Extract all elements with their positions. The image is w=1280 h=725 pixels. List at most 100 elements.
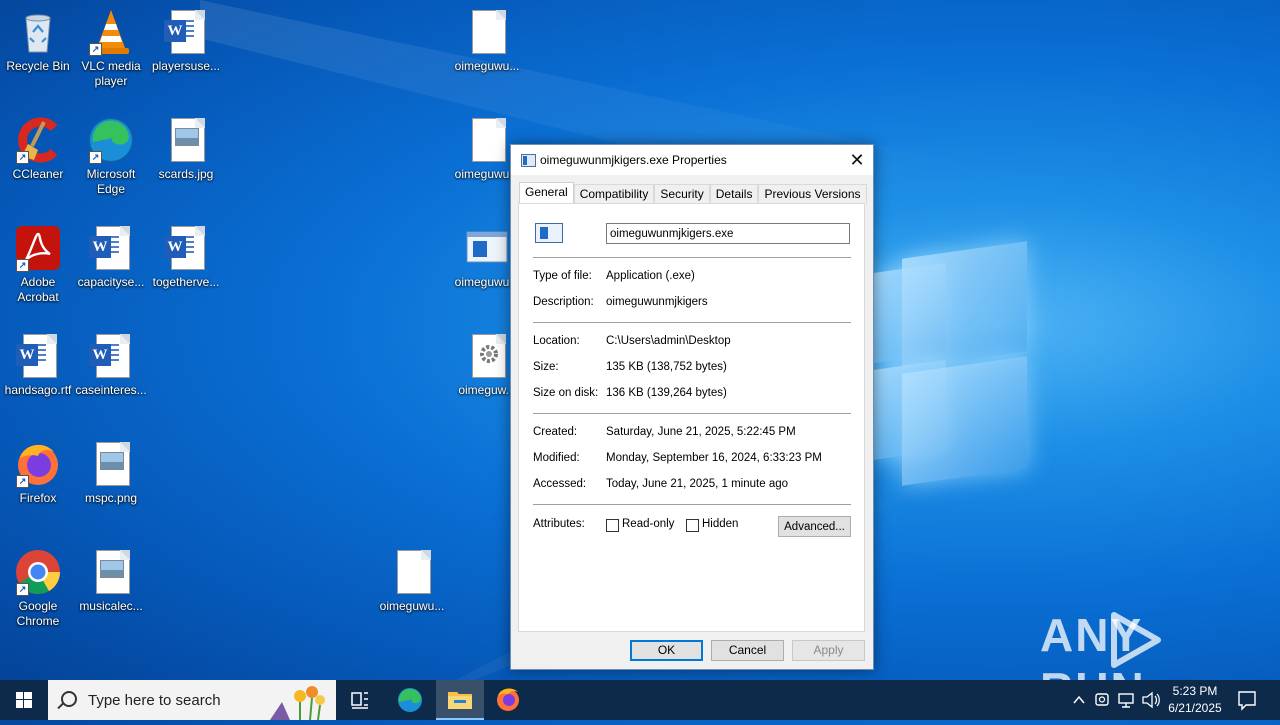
tab-compatibility[interactable]: Compatibility [573, 184, 655, 204]
exe-file-icon [521, 154, 536, 167]
action-center-button[interactable] [1236, 680, 1258, 720]
show-hidden-icons-button[interactable] [1068, 680, 1090, 720]
camera-icon [1095, 693, 1109, 706]
properties-dialog: oimeguwunmjkigers.exe Properties ✕ Gener… [510, 144, 874, 670]
word-document-icon: W [162, 8, 210, 56]
desktop-icon-togetherve[interactable]: W togetherve... [148, 224, 224, 290]
separator [533, 322, 851, 323]
image-file-icon [87, 548, 135, 596]
file-name-field[interactable]: oimeguwunmjkigers.exe [606, 223, 850, 244]
shortcut-arrow-icon: ↗ [89, 43, 102, 56]
taskbar-edge[interactable] [386, 680, 434, 720]
desktop-icon-acrobat[interactable]: ↗ Adobe Acrobat [0, 224, 76, 305]
accessed-value: Today, June 21, 2025, 1 minute ago [606, 478, 789, 490]
shortcut-arrow-icon: ↗ [16, 259, 29, 272]
desktop-icon-handsago[interactable]: W handsago.rtf [0, 332, 76, 398]
acrobat-icon: ↗ [14, 224, 62, 272]
desktop-icon-firefox[interactable]: ↗ Firefox [0, 440, 76, 506]
icon-label: Microsoft Edge [86, 167, 136, 196]
modified-label: Modified: [533, 452, 580, 464]
apply-button[interactable]: Apply [792, 640, 865, 661]
word-document-icon: W [14, 332, 62, 380]
close-button[interactable]: ✕ [841, 145, 873, 175]
tray-meet-now[interactable] [1092, 680, 1114, 720]
speaker-icon [1142, 691, 1160, 709]
icon-label: caseinteres... [75, 383, 147, 397]
dialog-titlebar[interactable]: oimeguwunmjkigers.exe Properties ✕ [511, 145, 873, 175]
start-button[interactable] [0, 680, 48, 720]
readonly-checkbox[interactable]: Read-only [606, 518, 686, 532]
task-view-button[interactable] [336, 680, 384, 720]
shortcut-arrow-icon: ↗ [16, 583, 29, 596]
firefox-icon [497, 688, 519, 711]
chevron-up-icon [1073, 695, 1085, 704]
ok-button[interactable]: OK [630, 640, 703, 661]
separator [533, 413, 851, 414]
edge-icon: ↗ [87, 116, 135, 164]
description-value: oimeguwunmjkigers [606, 296, 708, 308]
type-value: Application (.exe) [606, 270, 695, 282]
location-value: C:\Users\admin\Desktop [606, 335, 731, 347]
readonly-label: Read-only [622, 518, 675, 530]
icon-label: CCleaner [12, 167, 64, 181]
desktop-icon-ccleaner[interactable]: ↗ CCleaner [0, 116, 76, 182]
desktop-icon-musicalec[interactable]: musicalec... [73, 548, 149, 614]
desktop-icon-playersuse[interactable]: W playersuse... [148, 8, 224, 74]
desktop-icon-mspc[interactable]: mspc.png [73, 440, 149, 506]
dialog-title: oimeguwunmjkigers.exe Properties [540, 153, 727, 167]
icon-label: VLC media player [81, 59, 141, 88]
image-file-icon [162, 116, 210, 164]
edge-icon [398, 688, 422, 712]
taskbar-firefox[interactable] [484, 680, 532, 720]
task-view-icon [351, 692, 368, 709]
ccleaner-icon: ↗ [14, 116, 62, 164]
clock-date: 6/21/2025 [1168, 701, 1222, 715]
advanced-button[interactable]: Advanced... [778, 516, 851, 537]
general-tab-panel: oimeguwunmjkigers.exe Type of file: Appl… [518, 203, 865, 632]
icon-label: Adobe Acrobat [17, 275, 59, 304]
tab-security[interactable]: Security [654, 184, 710, 204]
image-file-icon [87, 440, 135, 488]
created-label: Created: [533, 426, 578, 438]
tray-network[interactable] [1116, 680, 1138, 720]
separator [533, 257, 851, 258]
taskbar-file-explorer[interactable] [436, 680, 484, 720]
taskbar-search-box[interactable]: Type here to search [48, 680, 336, 720]
application-icon [535, 223, 563, 243]
separator [533, 504, 851, 505]
taskbar-clock[interactable]: 5:23 PM 6/21/2025 [1160, 683, 1230, 717]
desktop-icon-recycle-bin[interactable]: Recycle Bin [0, 8, 76, 74]
size-value: 135 KB (138,752 bytes) [606, 361, 727, 373]
desktop-icon-oimeguwu-5[interactable]: oimeguwu... [374, 548, 450, 614]
desktop-icon-scards[interactable]: scards.jpg [148, 116, 224, 182]
chrome-icon: ↗ [14, 548, 62, 596]
icon-label: handsago.rtf [4, 383, 72, 397]
icon-label: Firefox [19, 491, 57, 505]
icon-label: oimeguwu... [454, 59, 520, 73]
settings-file-icon [463, 332, 511, 380]
cancel-button[interactable]: Cancel [711, 640, 784, 661]
desktop-icon-oimeguwu-1[interactable]: oimeguwu... [449, 8, 525, 74]
icon-label: capacityse... [77, 275, 145, 289]
desktop-icon-chrome[interactable]: ↗ Google Chrome [0, 548, 76, 629]
notification-icon [1238, 691, 1256, 711]
icon-label: playersuse... [151, 59, 221, 73]
tab-general[interactable]: General [519, 182, 574, 204]
blank-file-icon [388, 548, 436, 596]
vlc-cone-icon: ↗ [87, 8, 135, 56]
tray-volume[interactable] [1140, 680, 1162, 720]
desktop-icon-caseinteres[interactable]: W caseinteres... [73, 332, 149, 398]
checkbox-box [686, 519, 699, 532]
tab-bar: General Compatibility Security Details P… [519, 182, 867, 204]
tab-previous-versions[interactable]: Previous Versions [758, 184, 867, 204]
tab-details[interactable]: Details [709, 184, 759, 204]
search-placeholder: Type here to search [88, 692, 221, 709]
size-on-disk-value: 136 KB (139,264 bytes) [606, 387, 727, 399]
desktop-icon-edge[interactable]: ↗ Microsoft Edge [73, 116, 149, 197]
modified-value: Monday, September 16, 2024, 6:33:23 PM [606, 452, 822, 464]
icon-label: scards.jpg [158, 167, 214, 181]
hidden-checkbox[interactable]: Hidden [686, 518, 756, 532]
windows-start-icon [16, 692, 32, 708]
desktop-icon-vlc[interactable]: ↗ VLC media player [73, 8, 149, 89]
desktop-icon-capacityse[interactable]: W capacityse... [73, 224, 149, 290]
